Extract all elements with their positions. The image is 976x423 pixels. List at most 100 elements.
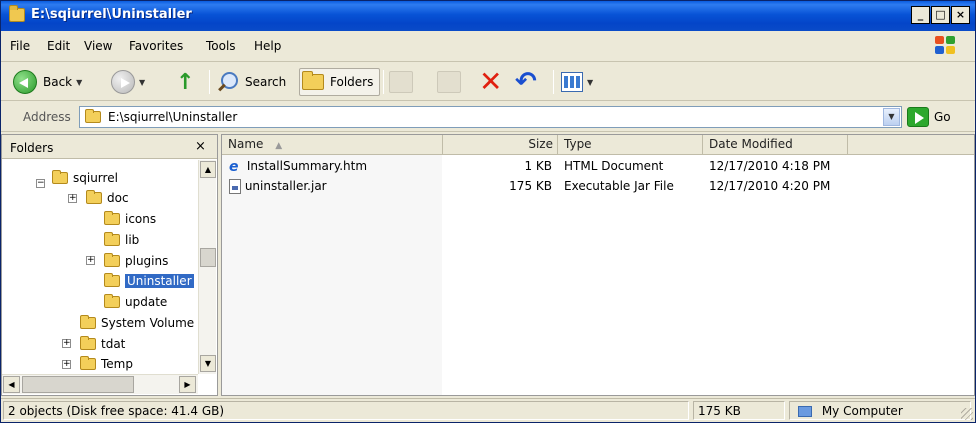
folders-button[interactable]: Folders (299, 68, 381, 96)
folder-tree: − sqiurrel doc + icons lib plugins + Uni… (2, 159, 197, 374)
undo-button[interactable]: ↶ (515, 68, 537, 96)
tree-item-label: doc (107, 191, 129, 205)
tree-item-label: Temp (101, 357, 133, 371)
folder-icon (9, 5, 25, 22)
explorer-window: E:\sqiurrel\Uninstaller _ □ × File Edit … (0, 0, 976, 423)
folder-icon (52, 170, 68, 184)
tree-item-lib[interactable]: lib (104, 230, 139, 250)
menu-help[interactable]: Help (254, 39, 281, 53)
file-date: 12/17/2010 4:20 PM (709, 179, 831, 193)
status-bar: 2 objects (Disk free space: 41.4 GB) 175… (1, 398, 975, 422)
toolbar-separator (209, 70, 210, 94)
title-bar[interactable]: E:\sqiurrel\Uninstaller _ □ × (1, 1, 975, 31)
file-row[interactable]: e InstallSummary.htm 1 KB HTML Document … (222, 156, 974, 176)
views-button[interactable]: ▼ (561, 68, 593, 96)
close-icon[interactable]: × (195, 139, 206, 154)
folders-pane-title: Folders (10, 141, 54, 155)
tree-item-label: lib (125, 233, 140, 247)
search-button[interactable]: Search (217, 68, 286, 96)
tree-vertical-scrollbar[interactable]: ▲ ▼ (198, 160, 216, 374)
close-button[interactable]: × (951, 6, 970, 24)
file-name: InstallSummary.htm (246, 159, 368, 173)
tree-item-plugins[interactable]: plugins (104, 251, 168, 271)
status-location-label: My Computer (821, 404, 903, 418)
tree-item-tdat[interactable]: tdat (80, 334, 125, 354)
address-label: Address (23, 110, 71, 124)
menu-file[interactable]: File (10, 39, 30, 53)
folder-icon (104, 211, 120, 225)
folder-icon (104, 232, 120, 246)
tree-item-label: System Volume (101, 316, 195, 330)
go-label: Go (934, 110, 951, 124)
tree-horizontal-scrollbar[interactable]: ◀ ▶ (2, 374, 198, 394)
folder-icon (80, 356, 96, 370)
minimize-button[interactable]: _ (911, 6, 930, 24)
maximize-button[interactable]: □ (931, 6, 950, 24)
scroll-right-button[interactable]: ▶ (179, 376, 196, 393)
tree-item-label: icons (125, 212, 157, 226)
expand-icon[interactable]: + (62, 360, 71, 369)
views-icon (561, 72, 583, 92)
forward-arrow-icon (111, 70, 135, 94)
menu-tools[interactable]: Tools (206, 39, 236, 53)
copy-to-button[interactable] (437, 68, 461, 96)
toolbar-separator (553, 70, 554, 94)
file-date: 12/17/2010 4:18 PM (709, 159, 831, 173)
up-folder-button[interactable]: ↑ (176, 68, 194, 96)
delete-button[interactable]: ✕ (479, 68, 502, 96)
tree-item-label: tdat (101, 337, 126, 351)
expand-icon[interactable]: + (62, 339, 71, 348)
menu-view[interactable]: View (84, 39, 112, 53)
tree-item-doc[interactable]: doc (86, 188, 129, 208)
tree-item-sqiurrel[interactable]: − sqiurrel (36, 168, 118, 188)
scroll-down-button[interactable]: ▼ (200, 355, 216, 372)
scroll-thumb[interactable] (22, 376, 134, 393)
tree-item-label: update (125, 295, 168, 309)
move-to-button[interactable] (389, 68, 413, 96)
collapse-icon[interactable]: − (36, 178, 45, 188)
tree-item-uninstaller[interactable]: Uninstaller (104, 271, 194, 291)
copy-to-icon (437, 71, 461, 93)
back-button[interactable]: Back ▼ (13, 68, 82, 96)
ie-document-icon: e (229, 158, 239, 175)
file-name-cell: e InstallSummary.htm (229, 156, 367, 176)
go-arrow-icon (907, 107, 929, 127)
file-row[interactable]: uninstaller.jar 175 KB Executable Jar Fi… (222, 176, 974, 196)
column-name[interactable]: Name ▲ (222, 135, 443, 155)
expand-icon[interactable]: + (86, 256, 95, 265)
folders-icon (302, 71, 324, 90)
tree-item-label: plugins (125, 254, 169, 268)
column-date-modified[interactable]: Date Modified (703, 135, 848, 155)
expand-icon[interactable]: + (68, 194, 77, 203)
tree-item-system-volume[interactable]: System Volume (80, 313, 194, 333)
address-input[interactable]: E:\sqiurrel\Uninstaller ▼ (79, 106, 902, 128)
scroll-up-button[interactable]: ▲ (200, 161, 216, 178)
folder-icon (85, 109, 101, 123)
jar-file-icon (229, 179, 241, 194)
column-size[interactable]: Size (443, 135, 558, 155)
folders-pane: Folders × − sqiurrel doc + icons lib plu… (1, 134, 218, 396)
file-type: HTML Document (564, 159, 664, 173)
status-location: My Computer (789, 401, 971, 420)
scroll-left-button[interactable]: ◀ (3, 376, 20, 393)
tree-item-update[interactable]: update (104, 292, 167, 312)
address-dropdown-button[interactable]: ▼ (883, 108, 900, 126)
undo-icon: ↶ (515, 67, 537, 97)
go-button[interactable]: Go (907, 106, 951, 128)
folder-icon (80, 336, 96, 350)
scroll-thumb[interactable] (200, 248, 216, 267)
tree-item-icons[interactable]: icons (104, 209, 156, 229)
file-name: uninstaller.jar (244, 179, 327, 193)
resize-grip[interactable] (961, 408, 973, 420)
menu-favorites[interactable]: Favorites (129, 39, 183, 53)
forward-button[interactable]: ▼ (111, 68, 145, 96)
menu-bar: File Edit View Favorites Tools Help (1, 31, 975, 62)
file-size: 175 KB (509, 179, 552, 193)
folders-pane-header: Folders × (2, 135, 217, 159)
menu-edit[interactable]: Edit (47, 39, 70, 53)
file-size: 1 KB (524, 159, 552, 173)
address-bar: Address E:\sqiurrel\Uninstaller ▼ Go (1, 102, 975, 132)
column-label: Name (228, 137, 264, 151)
column-type[interactable]: Type (558, 135, 703, 155)
tree-item-temp[interactable]: Temp (80, 354, 133, 374)
